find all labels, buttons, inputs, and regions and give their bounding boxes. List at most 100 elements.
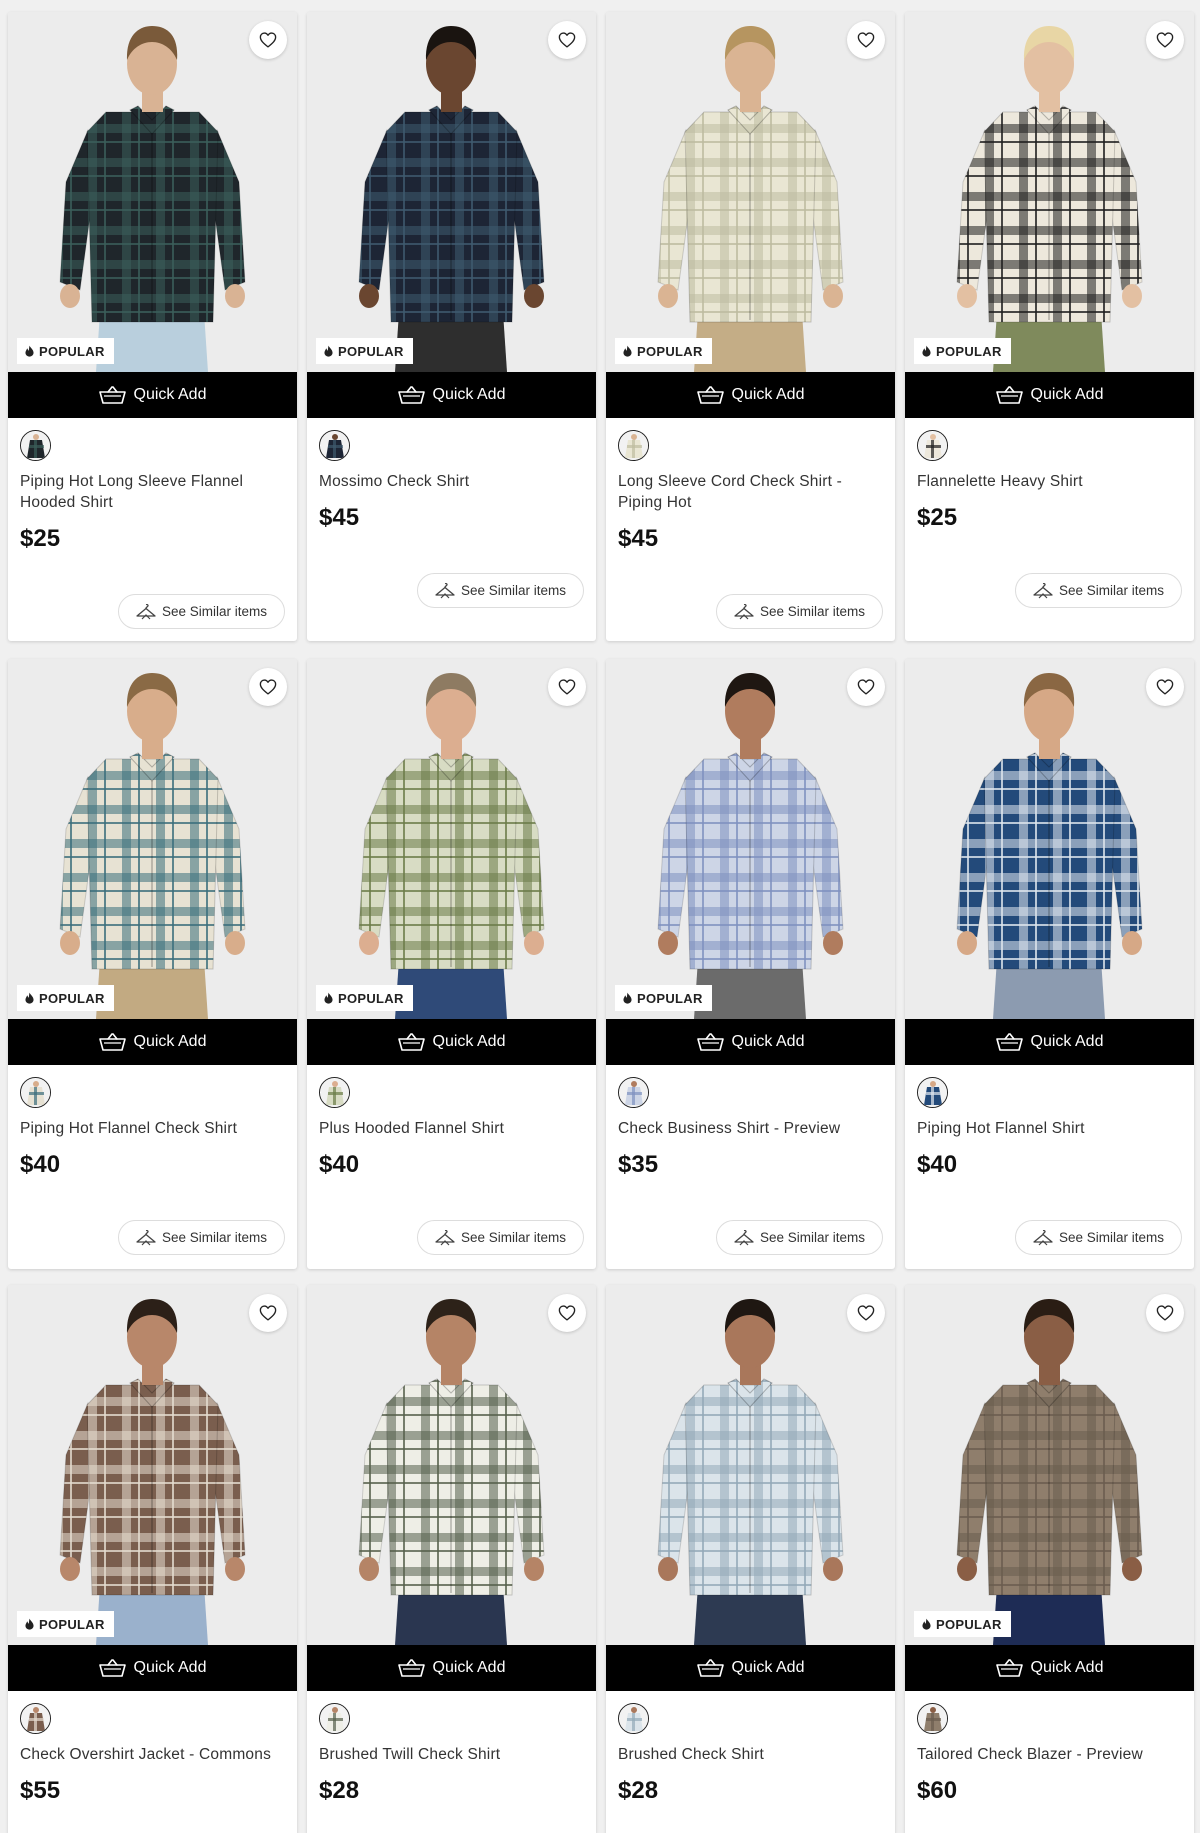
wishlist-button[interactable] — [548, 668, 586, 706]
color-swatch[interactable] — [20, 430, 51, 461]
quick-add-button[interactable]: Quick Add — [8, 1019, 297, 1065]
product-name[interactable]: Brushed Twill Check Shirt — [319, 1744, 584, 1765]
see-similar-button[interactable]: See Similar items — [1014, 1220, 1182, 1255]
product-photo — [8, 12, 297, 372]
product-image[interactable]: POPULAR — [8, 12, 297, 372]
product-card[interactable]: POPULAR Quick Add Piping Hot Flannel Che… — [8, 659, 297, 1269]
hanger-icon — [734, 1229, 754, 1245]
see-similar-label: See Similar items — [1058, 583, 1164, 598]
color-swatch[interactable] — [20, 1703, 51, 1734]
heart-icon — [857, 679, 875, 695]
product-image[interactable]: POPULAR — [606, 659, 895, 1019]
product-card[interactable]: POPULAR Quick Add Piping Hot Flannel Shi… — [905, 659, 1194, 1269]
product-name[interactable]: Check Overshirt Jacket - Commons — [20, 1744, 285, 1765]
product-name[interactable]: Piping Hot Flannel Check Shirt — [20, 1118, 285, 1139]
product-card[interactable]: POPULAR Quick Add Check Overshirt Jacket… — [8, 1285, 297, 1833]
color-swatch[interactable] — [618, 1077, 649, 1108]
color-swatch[interactable] — [20, 1077, 51, 1108]
product-card[interactable]: POPULAR Quick Add Piping Hot Long Sleeve… — [8, 12, 297, 641]
color-swatch[interactable] — [319, 430, 350, 461]
see-similar-button[interactable]: See Similar items — [1014, 573, 1182, 608]
product-image[interactable]: POPULAR — [606, 12, 895, 372]
see-similar-button[interactable]: See Similar items — [416, 1220, 584, 1255]
wishlist-button[interactable] — [1146, 1294, 1184, 1332]
product-card[interactable]: POPULAR Quick Add Check Business Shirt -… — [606, 659, 895, 1269]
product-name[interactable]: Plus Hooded Flannel Shirt — [319, 1118, 584, 1139]
color-swatch[interactable] — [618, 1703, 649, 1734]
hanger-icon — [1033, 1229, 1053, 1245]
product-photo — [8, 659, 297, 1019]
product-card[interactable]: POPULAR Quick Add Flannelette Heavy Shir… — [905, 12, 1194, 641]
product-card[interactable]: POPULAR Quick Add Tailored Check Blazer … — [905, 1285, 1194, 1833]
product-image[interactable]: POPULAR — [307, 1285, 596, 1645]
product-info: Piping Hot Flannel Shirt $40 See Similar… — [905, 1065, 1194, 1255]
product-name[interactable]: Brushed Check Shirt — [618, 1744, 883, 1765]
popular-badge: POPULAR — [17, 1611, 114, 1637]
product-card[interactable]: POPULAR Quick Add Brushed Twill Check Sh… — [307, 1285, 596, 1833]
quick-add-button[interactable]: Quick Add — [905, 1645, 1194, 1691]
quick-add-button[interactable]: Quick Add — [307, 1645, 596, 1691]
product-card[interactable]: POPULAR Quick Add Mossimo Check Shirt $4… — [307, 12, 596, 641]
product-name[interactable]: Tailored Check Blazer - Preview — [917, 1744, 1182, 1765]
heart-icon — [857, 1305, 875, 1321]
swatch-thumbnail — [619, 431, 648, 460]
quick-add-button[interactable]: Quick Add — [606, 1019, 895, 1065]
quick-add-button[interactable]: Quick Add — [606, 372, 895, 418]
product-card[interactable]: POPULAR Quick Add Plus Hooded Flannel Sh… — [307, 659, 596, 1269]
product-image[interactable]: POPULAR — [905, 1285, 1194, 1645]
wishlist-button[interactable] — [249, 21, 287, 59]
basket-icon — [98, 1659, 126, 1677]
product-price: $40 — [20, 1151, 61, 1178]
popular-label: POPULAR — [39, 343, 105, 359]
product-image[interactable]: POPULAR — [905, 659, 1194, 1019]
product-name[interactable]: Mossimo Check Shirt — [319, 471, 584, 492]
wishlist-button[interactable] — [1146, 21, 1184, 59]
quick-add-button[interactable]: Quick Add — [8, 372, 297, 418]
product-name[interactable]: Flannelette Heavy Shirt — [917, 471, 1182, 492]
color-swatch[interactable] — [319, 1077, 350, 1108]
see-similar-button[interactable]: See Similar items — [117, 1220, 285, 1255]
product-name[interactable]: Piping Hot Long Sleeve Flannel Hooded Sh… — [20, 471, 285, 513]
product-name[interactable]: Piping Hot Flannel Shirt — [917, 1118, 1182, 1139]
basket-icon — [98, 386, 126, 404]
color-swatch[interactable] — [917, 1703, 948, 1734]
quick-add-button[interactable]: Quick Add — [905, 1019, 1194, 1065]
quick-add-button[interactable]: Quick Add — [307, 372, 596, 418]
product-grid: POPULAR Quick Add Piping Hot Long Sleeve… — [0, 0, 1200, 1833]
wishlist-button[interactable] — [847, 21, 885, 59]
popular-label: POPULAR — [39, 1616, 105, 1632]
product-price: $35 — [618, 1151, 659, 1178]
quick-add-button[interactable]: Quick Add — [606, 1645, 895, 1691]
quick-add-button[interactable]: Quick Add — [8, 1645, 297, 1691]
color-swatch[interactable] — [917, 430, 948, 461]
product-name[interactable]: Check Business Shirt - Preview — [618, 1118, 883, 1139]
hanger-icon — [435, 582, 455, 598]
wishlist-button[interactable] — [249, 668, 287, 706]
wishlist-button[interactable] — [548, 21, 586, 59]
see-similar-button[interactable]: See Similar items — [117, 594, 285, 629]
see-similar-button[interactable]: See Similar items — [416, 573, 584, 608]
color-swatch[interactable] — [917, 1077, 948, 1108]
color-swatch[interactable] — [319, 1703, 350, 1734]
wishlist-button[interactable] — [249, 1294, 287, 1332]
wishlist-button[interactable] — [548, 1294, 586, 1332]
quick-add-button[interactable]: Quick Add — [905, 372, 1194, 418]
product-image[interactable]: POPULAR — [307, 12, 596, 372]
product-image[interactable]: POPULAR — [905, 12, 1194, 372]
product-card[interactable]: POPULAR Quick Add Brushed Check Shirt $2… — [606, 1285, 895, 1833]
product-image[interactable]: POPULAR — [8, 1285, 297, 1645]
wishlist-button[interactable] — [1146, 668, 1184, 706]
color-swatch[interactable] — [618, 430, 649, 461]
wishlist-button[interactable] — [847, 668, 885, 706]
product-photo — [606, 659, 895, 1019]
product-image[interactable]: POPULAR — [606, 1285, 895, 1645]
product-card[interactable]: POPULAR Quick Add Long Sleeve Cord Check… — [606, 12, 895, 641]
product-image[interactable]: POPULAR — [307, 659, 596, 1019]
product-photo — [307, 659, 596, 1019]
product-name[interactable]: Long Sleeve Cord Check Shirt - Piping Ho… — [618, 471, 883, 513]
quick-add-button[interactable]: Quick Add — [307, 1019, 596, 1065]
product-image[interactable]: POPULAR — [8, 659, 297, 1019]
wishlist-button[interactable] — [847, 1294, 885, 1332]
see-similar-button[interactable]: See Similar items — [715, 1220, 883, 1255]
see-similar-button[interactable]: See Similar items — [715, 594, 883, 629]
